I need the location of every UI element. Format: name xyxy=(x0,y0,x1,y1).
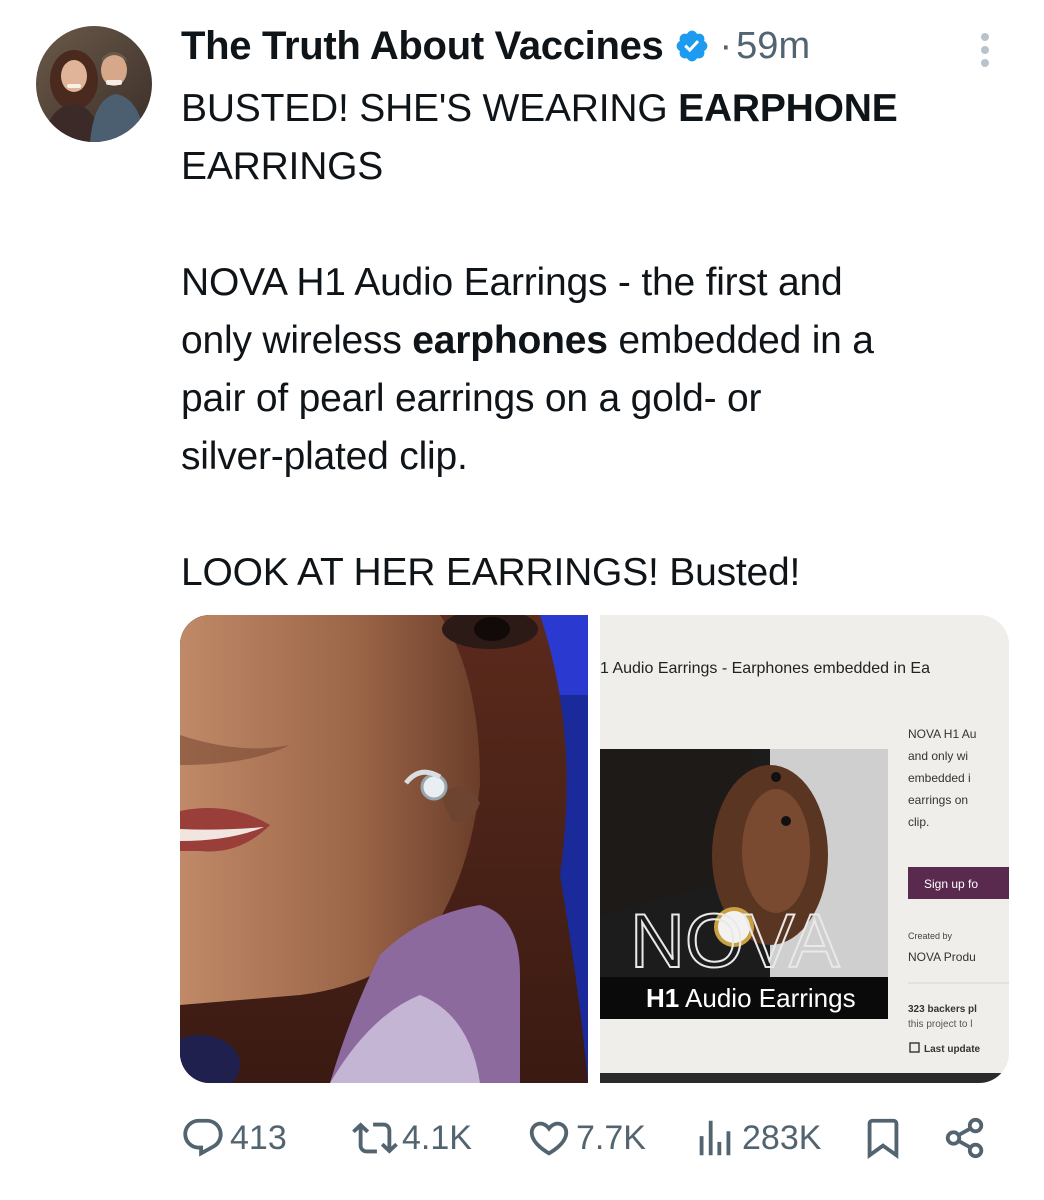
creator-name: NOVA Produ xyxy=(908,950,976,964)
text-line: silver-plated clip. xyxy=(181,435,468,478)
media-image-face[interactable] xyxy=(180,615,588,1083)
bookmark-button[interactable] xyxy=(860,1110,906,1166)
text-line: LOOK AT HER EARRINGS! Busted! xyxy=(181,551,801,594)
product-banner: H1 Audio Earrings xyxy=(646,983,856,1013)
text-line: only wireless earphones embedded in a xyxy=(181,319,874,362)
last-updated: Last update xyxy=(924,1044,981,1055)
repost-count: 4.1K xyxy=(402,1118,472,1157)
face-photo xyxy=(180,615,588,1083)
backers-line: 323 backers pl xyxy=(908,1004,977,1015)
repost-button[interactable]: 4.1K xyxy=(352,1110,472,1166)
share-button[interactable] xyxy=(942,1110,988,1166)
repost-icon xyxy=(352,1122,398,1154)
avatar[interactable] xyxy=(36,26,152,142)
nova-logo: NOVA xyxy=(630,899,840,984)
verified-badge-icon xyxy=(676,30,707,62)
more-button[interactable] xyxy=(970,30,1000,70)
share-icon xyxy=(945,1117,984,1159)
text-line: EARRINGS xyxy=(181,145,384,188)
author-name[interactable]: The Truth About Vaccines xyxy=(181,24,664,69)
desc-line: and only wi xyxy=(908,749,968,763)
reply-count: 413 xyxy=(230,1118,287,1157)
views-count: 283K xyxy=(742,1118,822,1157)
views-icon xyxy=(699,1120,731,1156)
views-button[interactable]: 283K xyxy=(692,1110,821,1166)
like-icon xyxy=(529,1121,569,1156)
text-line: pair of pearl earrings on a gold- or xyxy=(181,377,762,420)
like-count: 7.7K xyxy=(576,1118,646,1157)
tweet-text: BUSTED! SHE'S WEARING EARPHONE EARRINGS … xyxy=(181,80,1011,602)
text-line: BUSTED! SHE'S WEARING EARPHONE xyxy=(181,87,898,130)
text-line: NOVA H1 Audio Earrings - the first and xyxy=(181,261,843,304)
like-button[interactable]: 7.7K xyxy=(526,1110,646,1166)
tweet-actions: 413 4.1K 7.7K 283K xyxy=(0,1110,1044,1166)
media-grid: 1 Audio Earrings - Earphones embedded in… xyxy=(180,615,1009,1083)
timestamp[interactable]: 59m xyxy=(736,25,810,68)
created-by-label: Created by xyxy=(908,931,953,941)
desc-line: earrings on xyxy=(908,793,968,807)
backers-line: this project to l xyxy=(908,1019,972,1030)
reply-button[interactable]: 413 xyxy=(180,1110,287,1166)
desc-line: NOVA H1 Au xyxy=(908,727,976,741)
separator-dot: · xyxy=(719,24,733,67)
media-image-product[interactable]: 1 Audio Earrings - Earphones embedded in… xyxy=(600,615,1009,1083)
reply-icon xyxy=(183,1118,223,1157)
desc-line: embedded i xyxy=(908,771,971,785)
more-icon xyxy=(981,33,989,67)
signup-button-label: Sign up fo xyxy=(924,877,978,891)
product-page-title: 1 Audio Earrings - Earphones embedded in… xyxy=(600,660,930,677)
bookmark-icon xyxy=(867,1118,899,1159)
product-page-screenshot: 1 Audio Earrings - Earphones embedded in… xyxy=(600,615,1009,1083)
tweet-header: The Truth About Vaccines · 59m xyxy=(181,22,810,70)
desc-line: clip. xyxy=(908,815,929,829)
